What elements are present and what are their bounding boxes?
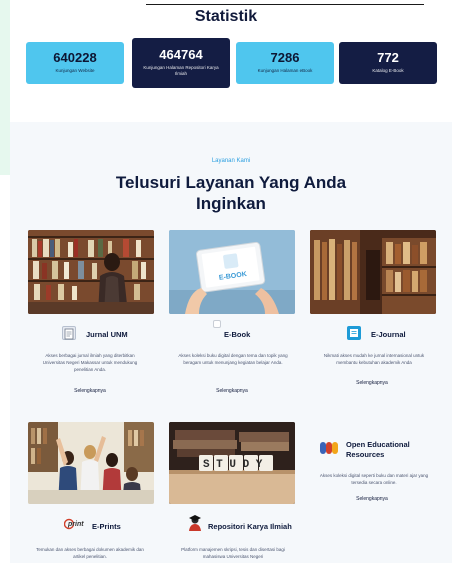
library-shelves-illustration (28, 230, 154, 314)
stat-card-repository-visits: 464764 Kunjungan Halaman Repositori Kary… (132, 38, 230, 88)
graduate-icon (189, 515, 201, 531)
services-section: Layanan Kami Telusuri Layanan Yang Anda … (10, 122, 452, 563)
oer-icon (320, 440, 338, 456)
journal-book-icon (350, 329, 358, 337)
statistics-title: Statistik (194, 8, 258, 25)
repository-image[interactable]: STUDY (169, 422, 295, 504)
jurnal-unm-image[interactable] (28, 230, 154, 314)
ejournal-description: Nikmati akses mudah ke jurnal internasio… (323, 353, 425, 365)
services-eyebrow: Layanan Kami (211, 158, 251, 164)
side-accent-strip (0, 0, 10, 175)
stat-value: 464764 (159, 47, 203, 62)
stat-card-website-visits: 640228 Kunjungan Website (26, 42, 124, 84)
repository-icon (186, 514, 204, 532)
stat-value: 7286 (270, 50, 300, 65)
eprints-description: Temukan dan akses berbagai dokumen akade… (36, 547, 144, 559)
ejournal-title[interactable]: E-Journal (371, 330, 406, 339)
eprints-image[interactable] (28, 422, 154, 504)
stat-value: 640228 (53, 50, 97, 65)
jurnal-unm-more-link[interactable]: Selengkapnya (50, 388, 130, 394)
document-icon (64, 328, 74, 340)
eprints-logo-text: print (67, 521, 84, 528)
top-divider-line (146, 4, 424, 5)
stat-label: Katalog E-Book (372, 68, 404, 73)
stat-value: 772 (377, 50, 399, 65)
eprints-logo: print (63, 518, 84, 530)
stat-card-ebook-visits: 7286 Kunjungan Halaman eBook (236, 42, 334, 84)
open-education-logo (320, 442, 338, 454)
ejournal-image[interactable] (310, 230, 436, 314)
oer-more-link[interactable]: Selengkapnya (332, 496, 412, 502)
stat-label: Kunjungan Halaman Repositori Karya Ilmia… (143, 65, 219, 76)
jurnal-unm-title[interactable]: Jurnal UNM (86, 330, 128, 339)
oer-description: Akses koleksi digital seperti buku dan m… (319, 473, 429, 485)
stat-label: Kunjungan Website (55, 68, 95, 73)
eprints-logo-icon: print (63, 516, 86, 530)
jurnal-icon (62, 326, 76, 340)
statistics-section: Statistik 640228 Kunjungan Website 46476… (0, 0, 452, 175)
study-blocks-illustration: STUDY (169, 422, 295, 504)
stat-label: Kunjungan Halaman eBook (257, 68, 313, 73)
ebook-more-link[interactable]: Selengkapnya (192, 388, 272, 394)
eprints-title[interactable]: E-Prints (92, 522, 121, 531)
oer-title[interactable]: Open Educational Resources (346, 440, 434, 460)
ebook-title[interactable]: E-Book (224, 330, 250, 339)
ebook-description: Akses koleksi buku digital dengan tema d… (178, 353, 288, 365)
stat-card-ebook-catalog: 772 Katalog E-Book (339, 42, 437, 84)
repository-description: Platform manajemen skripsi, tesis dan di… (181, 547, 285, 559)
jurnal-unm-description: Akses berbagai jurnal ilmiah yang diterb… (42, 353, 138, 372)
services-title: Telusuri Layanan Yang Anda Inginkan (115, 173, 347, 213)
statistics-cards: 640228 Kunjungan Website 464764 Kunjunga… (26, 38, 437, 88)
tablet-illustration: E-BOOK (169, 230, 295, 314)
ebook-broken-image-icon (213, 320, 221, 328)
repository-title[interactable]: Repositori Karya Ilmiah (208, 522, 292, 531)
ebook-image[interactable]: E-BOOK (169, 230, 295, 314)
students-celebrating-illustration (28, 422, 154, 504)
bookshelf-aisle-illustration (310, 230, 436, 314)
study-blocks-text: STUDY (203, 459, 269, 471)
ejournal-more-link[interactable]: Selengkapnya (332, 380, 412, 386)
ejournal-icon (347, 326, 361, 340)
